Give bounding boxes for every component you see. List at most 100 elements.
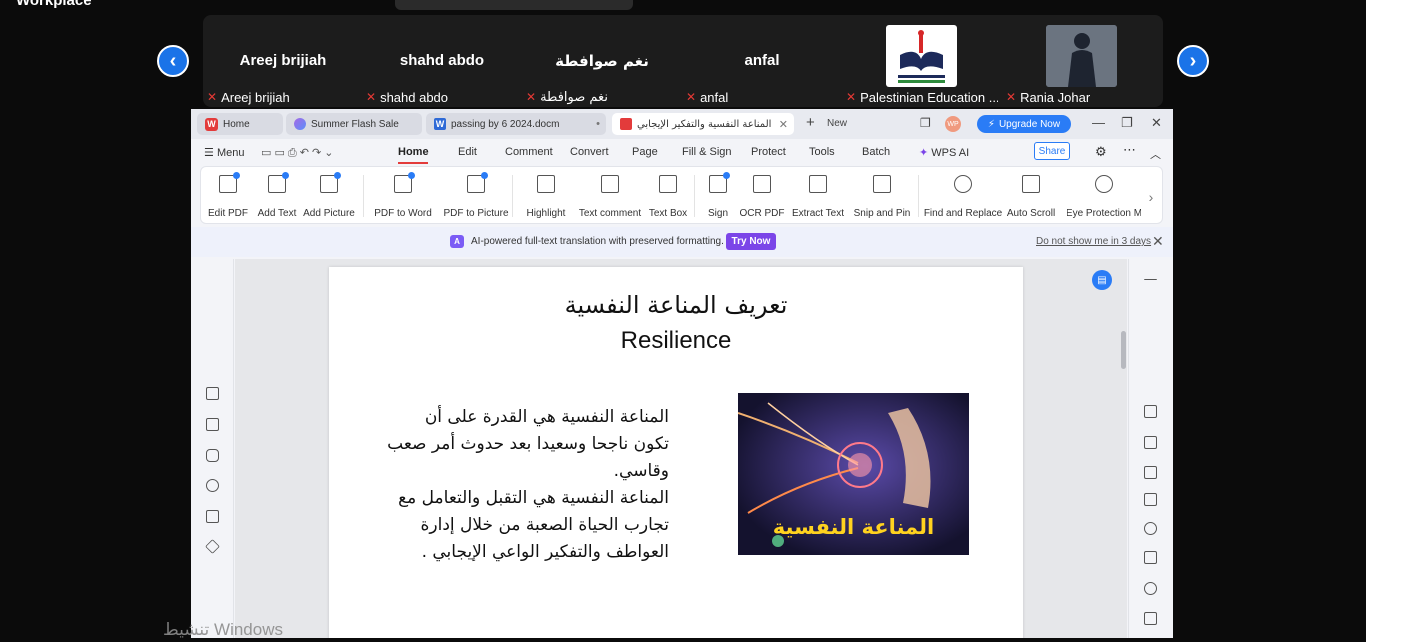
window-tile-icon[interactable]: ❐ xyxy=(920,116,931,130)
participant-tile[interactable]: نغم صوافطة ✕ نغم صوافطة xyxy=(522,15,682,107)
participant-name: shahd abdo xyxy=(399,52,485,69)
try-now-button[interactable]: Try Now xyxy=(726,233,776,250)
tab-fill-sign[interactable]: Fill & Sign xyxy=(682,146,732,158)
tab-tools[interactable]: Tools xyxy=(809,146,835,158)
find-replace-tool[interactable]: Find and Replace xyxy=(924,175,1002,219)
close-tab-icon[interactable]: • xyxy=(596,118,600,130)
pdf-to-picture-tool[interactable]: PDF to Picture xyxy=(443,172,509,219)
vertical-scrollbar[interactable] xyxy=(1120,259,1128,642)
add-text-tool[interactable]: Add Text xyxy=(257,172,297,219)
comment-icon[interactable] xyxy=(206,449,219,462)
participant-tile[interactable]: anfal ✕ anfal xyxy=(682,15,842,107)
ribbon-scroll-right[interactable]: › xyxy=(1144,175,1158,219)
definition-paragraph-1: المناعة النفسية هي القدرة على أن تكون نا… xyxy=(387,407,669,481)
scroll-icon xyxy=(1022,175,1040,193)
attachment-icon[interactable] xyxy=(206,479,219,492)
page-title-english: Resilience xyxy=(620,327,732,354)
tab-summer-flash-sale[interactable]: Summer Flash Sale xyxy=(286,113,422,135)
snip-icon xyxy=(873,175,891,193)
participant-name: anfal xyxy=(744,52,780,69)
edit-icon[interactable] xyxy=(1144,405,1157,418)
highlight-tool[interactable]: Highlight xyxy=(521,175,571,219)
book-icon[interactable] xyxy=(1144,612,1157,625)
thumbnail-icon[interactable] xyxy=(206,418,219,431)
participant-label: ✕ Areej brijiah xyxy=(207,87,359,107)
title-bar: W Home Summer Flash Sale Wpassing by 6 20… xyxy=(191,109,1173,139)
tab-page[interactable]: Page xyxy=(632,146,658,158)
add-picture-tool[interactable]: Add Picture xyxy=(303,172,355,219)
menu-button[interactable]: ☰ Menu xyxy=(204,146,244,159)
tab-comment[interactable]: Comment xyxy=(505,146,553,158)
close-icon[interactable]: ✕ xyxy=(1152,233,1164,250)
prev-page-button[interactable]: ‹ xyxy=(157,45,189,77)
tab-active-pdf[interactable]: المناعة النفسية والتفكير الإيجابي ✕ xyxy=(612,113,794,135)
share-button[interactable]: Share xyxy=(1034,142,1070,160)
floating-tools-icon[interactable]: ▤ xyxy=(1092,270,1112,290)
extract-text-tool[interactable]: Extract Text xyxy=(790,175,846,219)
compare-icon[interactable] xyxy=(1144,493,1157,506)
search-icon[interactable] xyxy=(1144,522,1157,535)
layers-icon[interactable] xyxy=(205,539,220,554)
more-options-icon[interactable]: ⋯ xyxy=(1123,142,1136,158)
close-tab-icon[interactable]: ✕ xyxy=(779,118,788,131)
participant-label: ✕ Rania Johar xyxy=(1006,87,1158,107)
tab-home[interactable]: W Home xyxy=(197,113,283,135)
wps-window: W Home Summer Flash Sale Wpassing by 6 20… xyxy=(191,109,1173,642)
bookmark-icon[interactable] xyxy=(206,387,219,400)
restore-button[interactable]: ❐ xyxy=(1121,115,1133,131)
tab-home-menu[interactable]: Home xyxy=(398,146,429,158)
edit-pdf-tool[interactable]: Edit PDF xyxy=(205,172,251,219)
text-comment-tool[interactable]: Text comment xyxy=(579,175,641,219)
signature-icon[interactable] xyxy=(206,510,219,523)
participant-name: نغم صوافطة xyxy=(555,52,649,70)
snip-and-pin-tool[interactable]: Snip and Pin xyxy=(854,175,910,219)
ocr-pdf-tool[interactable]: OCR PDF xyxy=(740,175,785,219)
new-tab-plus-icon[interactable]: + xyxy=(806,114,815,131)
collapse-ribbon-icon[interactable]: ︿ xyxy=(1150,146,1161,162)
mic-muted-icon: ✕ xyxy=(366,90,377,104)
participant-label-text: Rania Johar xyxy=(1020,89,1091,105)
settings-gear-icon[interactable]: ⚙ xyxy=(1095,144,1107,160)
archive-icon[interactable] xyxy=(1144,551,1157,564)
tool-label: Find and Replace xyxy=(923,208,1003,219)
participant-label-text: نغم صوافطة xyxy=(540,89,608,105)
minimize-button[interactable]: — xyxy=(1092,115,1105,130)
scroll-thumb[interactable] xyxy=(1121,331,1126,369)
document-icon[interactable] xyxy=(1144,436,1157,449)
new-tab-button[interactable]: New xyxy=(827,118,847,129)
picture-icon xyxy=(320,172,341,193)
tab-batch[interactable]: Batch xyxy=(862,146,890,158)
participant-tile[interactable]: Areej brijiah ✕ Areej brijiah xyxy=(203,15,363,107)
upgrade-now-button[interactable]: ⚡ Upgrade Now xyxy=(977,115,1071,133)
pdf-to-word-tool[interactable]: PDF to Word xyxy=(373,172,433,219)
wps-logo-icon: W xyxy=(205,117,218,131)
participant-label-text: Areej brijiah xyxy=(221,89,290,105)
tab-wps-ai[interactable]: ✦ WPS AI xyxy=(919,146,969,159)
app-title: Workplace xyxy=(16,0,92,9)
screen-bottom-edge xyxy=(0,638,1366,642)
word-doc-icon: W xyxy=(434,118,446,130)
flash-sale-icon xyxy=(294,118,306,130)
dismiss-link[interactable]: Do not show me in 3 days xyxy=(1036,236,1151,247)
tab-docm-file[interactable]: Wpassing by 6 2024.docm • xyxy=(426,113,606,135)
convert-word-icon xyxy=(394,172,415,193)
tab-convert[interactable]: Convert xyxy=(570,146,609,158)
extract-text-icon xyxy=(809,175,827,193)
participant-tile[interactable]: shahd abdo ✕ shahd abdo xyxy=(362,15,522,107)
tab-edit[interactable]: Edit xyxy=(458,146,477,158)
auto-scroll-tool[interactable]: Auto Scroll xyxy=(1006,175,1056,219)
collapse-panel-icon[interactable] xyxy=(1144,279,1157,281)
sign-tool[interactable]: Sign xyxy=(701,172,735,219)
quick-access-icons[interactable]: ▭ ▭ ⎙ ↶ ↷ ⌄ xyxy=(261,146,334,160)
close-window-button[interactable]: ✕ xyxy=(1151,115,1162,131)
top-toolbar-pill[interactable] xyxy=(395,0,633,10)
avatar[interactable]: WP xyxy=(945,116,961,132)
next-page-button[interactable]: › xyxy=(1177,45,1209,77)
participant-tile[interactable]: ✕ Rania Johar xyxy=(1002,15,1162,107)
tab-protect[interactable]: Protect xyxy=(751,146,786,158)
sign-icon[interactable] xyxy=(1144,466,1157,479)
participant-tile[interactable]: ✕ Palestinian Education ... xyxy=(842,15,1002,107)
help-icon[interactable] xyxy=(1144,582,1157,595)
eye-protection-tool[interactable]: Eye Protection M xyxy=(1067,175,1141,219)
text-box-tool[interactable]: Text Box xyxy=(649,175,687,219)
